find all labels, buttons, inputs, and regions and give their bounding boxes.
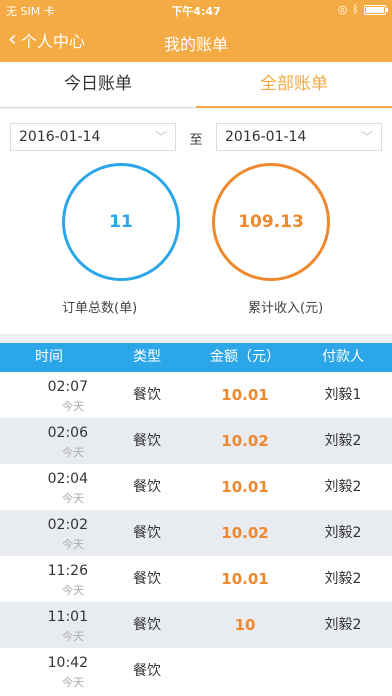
row-type: 餐饮 — [133, 617, 161, 633]
row-amount: 10 — [234, 616, 256, 634]
date-separator: 至 — [189, 133, 203, 148]
bluetooth-icon: ᛒ — [352, 3, 359, 16]
tab-today[interactable]: 今日账单 — [0, 62, 196, 108]
row-day: 今天 — [62, 446, 84, 459]
header-amount: 金额（元） — [210, 349, 280, 365]
page-title: 我的账单 — [163, 35, 228, 54]
date-from-picker[interactable]: 2016-01-14 ﹀ — [10, 123, 176, 151]
row-amount: 10.01 — [221, 386, 269, 404]
date-from-value: 2016-01-14 — [19, 129, 101, 145]
table-row[interactable]: 11:26 今天 餐饮 10.01 刘毅2 — [0, 556, 392, 602]
row-amount: 10.01 — [221, 478, 269, 496]
row-type: 餐饮 — [133, 479, 161, 495]
battery-icon — [364, 4, 388, 15]
date-to-picker[interactable]: 2016-01-14 ﹀ — [216, 123, 382, 151]
row-day: 今天 — [62, 676, 84, 689]
summary-panel: 2016-01-14 ﹀ 至 2016-01-14 ﹀ 11 109.13 订单… — [0, 109, 392, 334]
row-day: 今天 — [62, 492, 84, 505]
row-payer: 刘毅2 — [324, 525, 362, 541]
row-day: 今天 — [62, 400, 84, 413]
tab-bar: 今日账单 全部账单 — [0, 62, 392, 108]
header-time: 时间 — [35, 349, 63, 365]
row-day: 今天 — [62, 584, 84, 597]
row-type: 餐饮 — [133, 433, 161, 449]
row-amount: 10.01 — [221, 570, 269, 588]
table-row[interactable]: 02:04 今天 餐饮 10.01 刘毅2 — [0, 464, 392, 510]
header-type: 类型 — [133, 349, 161, 365]
row-time: 11:01 — [47, 609, 88, 625]
top-bar: 无 SIM 卡 下午4:47 ◎ ᛒ ‹ 个人中心 我的账单 — [0, 0, 392, 62]
row-time: 11:26 — [47, 563, 88, 579]
row-payer: 刘毅2 — [324, 433, 362, 449]
header-payer: 付款人 — [322, 349, 364, 365]
table-row[interactable]: 10:42 今天 餐饮 — [0, 648, 392, 696]
row-time: 02:04 — [47, 471, 88, 487]
lock-rotation-icon: ◎ — [337, 3, 348, 16]
row-time: 02:06 — [47, 425, 88, 441]
row-payer: 刘毅2 — [324, 617, 362, 633]
date-to-value: 2016-01-14 — [225, 129, 307, 145]
row-type: 餐饮 — [133, 663, 161, 679]
table-row[interactable]: 11:01 今天 餐饮 10 刘毅2 — [0, 602, 392, 648]
row-type: 餐饮 — [133, 525, 161, 541]
income-circle: 109.13 — [212, 163, 330, 281]
row-payer: 刘毅2 — [324, 479, 362, 495]
table-row[interactable]: 02:07 今天 餐饮 10.01 刘毅1 — [0, 372, 392, 418]
table-row[interactable]: 02:02 今天 餐饮 10.02 刘毅2 — [0, 510, 392, 556]
row-day: 今天 — [62, 630, 84, 643]
row-time: 02:02 — [47, 517, 88, 533]
row-amount: 10.02 — [221, 524, 269, 542]
row-day: 今天 — [62, 538, 84, 551]
table-header: 时间 类型 金额（元） 付款人 — [0, 343, 392, 372]
tab-all[interactable]: 全部账单 — [196, 62, 392, 108]
navigation-bar: ‹ 个人中心 我的账单 — [0, 20, 392, 62]
status-right: ◎ ᛒ — [337, 3, 388, 16]
status-bar: 无 SIM 卡 下午4:47 ◎ ᛒ — [0, 0, 392, 20]
income-label: 累计收入(元) — [248, 301, 324, 316]
row-type: 餐饮 — [133, 571, 161, 587]
row-payer: 刘毅2 — [324, 571, 362, 587]
row-amount: 10.02 — [221, 432, 269, 450]
table-row[interactable]: 02:06 今天 餐饮 10.02 刘毅2 — [0, 418, 392, 464]
row-type: 餐饮 — [133, 387, 161, 403]
chevron-down-icon: ﹀ — [154, 130, 167, 144]
status-time: 下午4:47 — [171, 5, 221, 18]
chevron-down-icon: ﹀ — [360, 130, 373, 144]
order-count-label: 订单总数(单) — [62, 301, 138, 316]
row-time: 10:42 — [47, 655, 88, 671]
order-count-circle: 11 — [62, 163, 180, 281]
row-time: 02:07 — [47, 379, 88, 395]
row-payer: 刘毅1 — [324, 387, 362, 403]
